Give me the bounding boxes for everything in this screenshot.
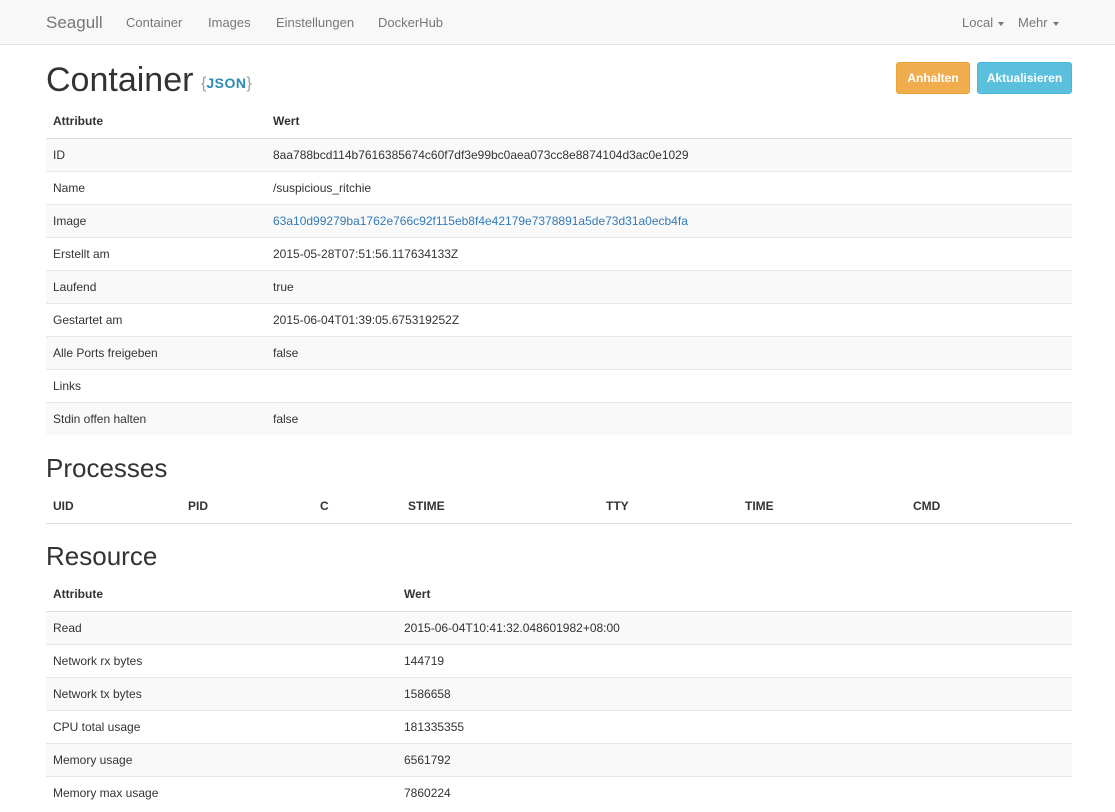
table-row: Memory max usage 7860224 xyxy=(46,775,1072,809)
value-cell: 2015-06-04T10:41:32.048601982+08:00 xyxy=(397,610,1072,644)
column-header: Wert xyxy=(397,578,1072,612)
navbar: Seagull Container Images Einstellungen D… xyxy=(0,0,1115,45)
value-cell: 2015-06-04T01:39:05.675319252Z xyxy=(266,302,1072,336)
value-cell: 1586658 xyxy=(397,676,1072,710)
column-header: STIME xyxy=(401,490,599,524)
nav-images[interactable]: Images xyxy=(208,15,251,30)
resource-table: Attribute Wert Read 2015-06-04T10:41:32.0… xyxy=(46,578,1072,809)
attr-cell: CPU total usage xyxy=(46,709,397,743)
stop-button[interactable]: Anhalten xyxy=(896,62,970,94)
column-header: TTY xyxy=(599,490,738,524)
table-row: Laufend true xyxy=(46,269,1072,303)
resource-title: Resource xyxy=(46,541,158,571)
value-cell: true xyxy=(266,269,1072,303)
value-cell: 2015-05-28T07:51:56.117634133Z xyxy=(266,236,1072,270)
value-cell: 144719 xyxy=(397,643,1072,677)
attr-cell: Erstellt am xyxy=(46,236,266,270)
column-header: Wert xyxy=(266,105,1072,139)
nav-container[interactable]: Container xyxy=(126,15,182,30)
attr-cell: Laufend xyxy=(46,269,266,303)
refresh-button[interactable]: Aktualisieren xyxy=(977,62,1072,94)
value-cell: 7860224 xyxy=(397,775,1072,809)
nav-mehr-dropdown[interactable]: Mehr xyxy=(1018,15,1059,30)
attr-cell: ID xyxy=(46,137,266,171)
nav-dockerhub[interactable]: DockerHub xyxy=(378,15,443,30)
caret-down-icon xyxy=(1052,21,1059,26)
value-cell: false xyxy=(266,401,1072,435)
column-header: Attribute xyxy=(46,105,266,139)
value-cell: 181335355 xyxy=(397,709,1072,743)
table-row: CPU total usage 181335355 xyxy=(46,709,1072,743)
attr-cell: Network tx bytes xyxy=(46,676,397,710)
table-row: Image 63a10d99279ba1762e766c92f115eb8f4e4… xyxy=(46,203,1072,237)
container-table: Attribute Wert ID 8aa788bcd114b7616385674… xyxy=(46,105,1072,435)
table-row: Memory usage 6561792 xyxy=(46,742,1072,776)
nav-local-label: Local xyxy=(962,15,994,30)
attr-cell: Image xyxy=(46,203,266,237)
table-header-row: Attribute Wert xyxy=(46,578,1072,612)
processes-table: UID PID C STIME TTY TIME CMD xyxy=(46,490,1072,524)
table-row: Read 2015-06-04T10:41:32.048601982+08:00 xyxy=(46,610,1072,644)
nav-mehr-label: Mehr xyxy=(1018,15,1048,30)
column-header: Attribute xyxy=(46,578,397,612)
attr-cell: Name xyxy=(46,170,266,204)
table-row: Erstellt am 2015-05-28T07:51:56.117634133… xyxy=(46,236,1072,270)
attr-cell: Read xyxy=(46,610,397,644)
table-row: Links xyxy=(46,368,1072,402)
image-id-link[interactable]: 63a10d99279ba1762e766c92f115eb8f4e42179e… xyxy=(273,214,688,228)
attr-cell: Stdin offen halten xyxy=(46,401,266,435)
nav-einstellungen[interactable]: Einstellungen xyxy=(276,15,354,30)
json-label: JSON xyxy=(206,75,247,91)
page-title: Container xyxy=(46,61,194,99)
attr-cell: Network rx bytes xyxy=(46,643,397,677)
attr-cell: Memory usage xyxy=(46,742,397,776)
nav-local-dropdown[interactable]: Local xyxy=(962,15,1005,30)
column-header: TIME xyxy=(738,490,906,524)
table-row: Network tx bytes 1586658 xyxy=(46,676,1072,710)
table-header-row: Attribute Wert xyxy=(46,105,1072,139)
attr-cell: Alle Ports freigeben xyxy=(46,335,266,369)
column-header: PID xyxy=(181,490,313,524)
table-row: Network rx bytes 144719 xyxy=(46,643,1072,677)
table-row: Alle Ports freigeben false xyxy=(46,335,1072,369)
value-cell: 6561792 xyxy=(397,742,1072,776)
processes-title: Processes xyxy=(46,453,168,483)
attr-cell: Gestartet am xyxy=(46,302,266,336)
caret-down-icon xyxy=(998,21,1005,26)
table-row: Name/suspicious_ritchie xyxy=(46,170,1072,204)
json-brace-close: } xyxy=(246,75,252,92)
value-cell: 8aa788bcd114b7616385674c60f7df3e99bc0aea… xyxy=(266,137,1072,171)
column-header: UID xyxy=(46,490,181,524)
value-cell: /suspicious_ritchie xyxy=(266,170,1072,204)
column-header: CMD xyxy=(906,490,1072,524)
brand-link[interactable]: Seagull xyxy=(46,13,103,33)
value-cell xyxy=(266,368,1072,402)
table-row: Gestartet am 2015-06-04T01:39:05.67531925… xyxy=(46,302,1072,336)
attr-cell: Memory max usage xyxy=(46,775,397,809)
table-row: Stdin offen halten false xyxy=(46,401,1072,435)
value-cell: 63a10d99279ba1762e766c92f115eb8f4e42179e… xyxy=(266,203,1072,237)
attr-cell: Links xyxy=(46,368,266,402)
value-cell: false xyxy=(266,335,1072,369)
table-row: ID 8aa788bcd114b7616385674c60f7df3e99bc0a… xyxy=(46,137,1072,171)
table-header-row: UID PID C STIME TTY TIME CMD xyxy=(46,490,1072,524)
column-header: C xyxy=(313,490,401,524)
json-link[interactable]: {JSON} xyxy=(201,72,252,95)
